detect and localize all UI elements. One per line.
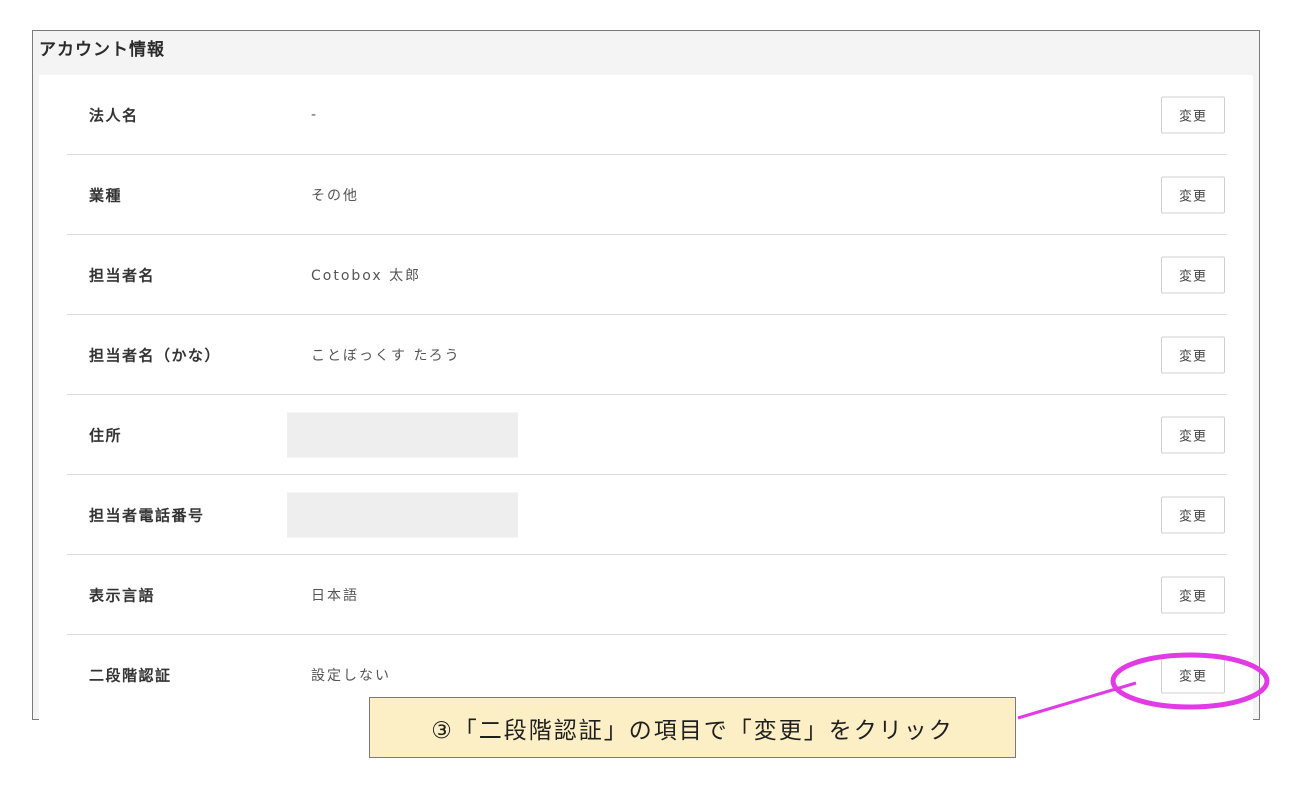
row-corporate-name: 法人名 - 変更 [67, 75, 1227, 155]
row-value: 日本語 [311, 587, 359, 604]
row-display-language: 表示言語 日本語 変更 [67, 555, 1227, 635]
change-button-display-language[interactable]: 変更 [1161, 576, 1225, 613]
change-button-contact-phone[interactable]: 変更 [1161, 496, 1225, 533]
change-button-two-factor-auth[interactable]: 変更 [1161, 656, 1225, 694]
row-value: Cotobox 太郎 [311, 267, 422, 284]
change-button-contact-name-kana[interactable]: 変更 [1161, 336, 1225, 373]
screenshot-stage: アカウント情報 法人名 - 変更 業種 その他 変更 担当者名 Cotobox … [0, 0, 1302, 798]
change-button-address[interactable]: 変更 [1161, 416, 1225, 453]
change-button-industry[interactable]: 変更 [1161, 176, 1225, 213]
row-label: 二段階認証 [89, 666, 172, 685]
row-contact-name-kana: 担当者名（かな） ことぼっくす たろう 変更 [67, 315, 1227, 395]
account-info-panel: アカウント情報 法人名 - 変更 業種 その他 変更 担当者名 Cotobox … [32, 30, 1260, 720]
row-value: ことぼっくす たろう [311, 347, 461, 364]
change-button-contact-name[interactable]: 変更 [1161, 256, 1225, 293]
account-info-card: 法人名 - 変更 業種 その他 変更 担当者名 Cotobox 太郎 変更 担当… [39, 75, 1253, 720]
panel-title: アカウント情報 [39, 40, 165, 60]
row-value: - [311, 106, 319, 123]
row-industry: 業種 その他 変更 [67, 155, 1227, 235]
row-label: 担当者名 [89, 266, 156, 284]
row-contact-name: 担当者名 Cotobox 太郎 変更 [67, 235, 1227, 315]
masked-value-placeholder [287, 412, 518, 457]
row-label: 担当者電話番号 [89, 506, 205, 524]
row-contact-phone: 担当者電話番号 変更 [67, 475, 1227, 555]
instruction-callout: ③「二段階認証」の項目で「変更」をクリック [369, 697, 1016, 758]
row-label: 住所 [89, 426, 123, 444]
row-value: その他 [311, 187, 359, 204]
row-address: 住所 変更 [67, 395, 1227, 475]
row-label: 担当者名（かな） [89, 346, 222, 364]
row-value: 設定しない [311, 668, 391, 684]
row-label: 表示言語 [89, 586, 156, 604]
row-label: 法人名 [89, 106, 139, 124]
change-button-corporate-name[interactable]: 変更 [1161, 96, 1225, 133]
row-label: 業種 [89, 186, 123, 204]
masked-value-placeholder [287, 492, 518, 537]
